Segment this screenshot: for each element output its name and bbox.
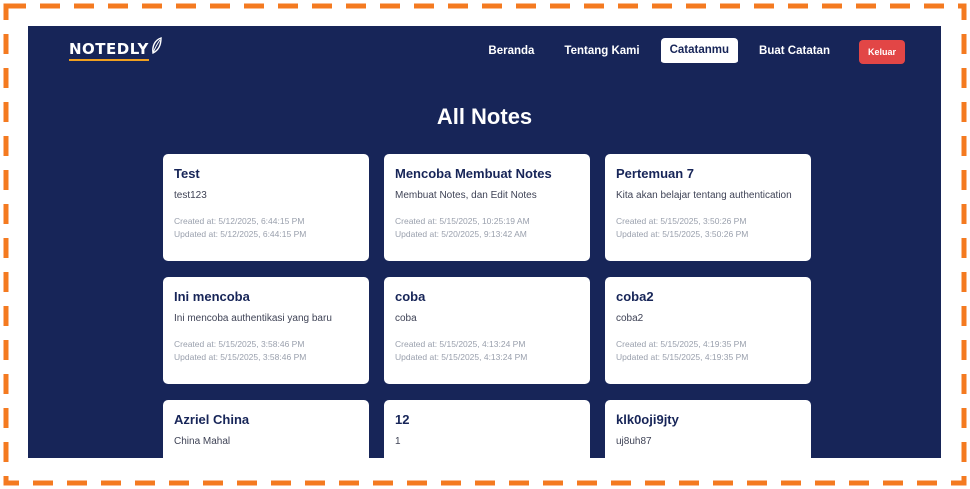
note-title: coba2 (616, 289, 654, 304)
note-created: Created at: 5/15/2025, 10:25:19 AM (395, 216, 530, 226)
nav-links: Beranda Tentang Kami Catatanmu Buat Cata… (467, 38, 905, 65)
note-created: Created at: 5/15/2025, 3:58:46 PM (174, 339, 305, 349)
note-updated: Updated at: 5/15/2025, 3:58:46 PM (174, 352, 307, 362)
app-screen: NOTEDLY Beranda Tentang Kami Catatanmu B… (28, 26, 941, 458)
note-created: Created at: 5/15/2025, 4:19:35 PM (616, 339, 747, 349)
note-title: klk0oji9jty (616, 412, 679, 427)
page-title: All Notes (436, 104, 533, 129)
note-card[interactable]: coba2 coba2 Created at: 5/15/2025, 4:19:… (605, 277, 811, 384)
note-card[interactable]: Ini mencoba Ini mencoba authentikasi yan… (163, 277, 369, 384)
nav-beranda[interactable]: Beranda (479, 39, 543, 64)
note-updated: Updated at: 5/15/2025, 4:13:24 PM (395, 352, 528, 362)
nav-buat-catatan[interactable]: Buat Catatan (750, 39, 839, 64)
note-card[interactable]: 12 1 (384, 400, 590, 458)
note-body: Kita akan belajar tentang authentication (616, 190, 792, 201)
note-created: Created at: 5/15/2025, 4:13:24 PM (395, 339, 526, 349)
brand-logo[interactable]: NOTEDLY (69, 37, 163, 64)
note-updated: Updated at: 5/12/2025, 6:44:15 PM (174, 229, 307, 239)
note-created: Created at: 5/12/2025, 6:44:15 PM (174, 216, 305, 226)
nav-catatanmu[interactable]: Catatanmu (660, 38, 739, 65)
nav-tentang-kami[interactable]: Tentang Kami (555, 39, 648, 64)
note-card[interactable]: Azriel China China Mahal (163, 400, 369, 458)
note-created: Created at: 5/15/2025, 3:50:26 PM (616, 216, 747, 226)
note-body: Membuat Notes, dan Edit Notes (395, 190, 537, 201)
note-updated: Updated at: 5/15/2025, 4:19:35 PM (616, 352, 749, 362)
note-body: coba2 (616, 313, 644, 324)
note-title: Pertemuan 7 (616, 166, 695, 181)
note-title: 12 (395, 412, 410, 427)
logout-button[interactable]: Keluar (858, 39, 905, 64)
note-body: test123 (174, 190, 207, 201)
note-title: coba (395, 289, 426, 304)
note-title: Ini mencoba (174, 289, 250, 304)
note-updated: Updated at: 5/20/2025, 9:13:42 AM (395, 229, 527, 239)
note-card[interactable]: Pertemuan 7 Kita akan belajar tentang au… (605, 154, 811, 261)
navbar: NOTEDLY Beranda Tentang Kami Catatanmu B… (28, 26, 941, 76)
note-title: Azriel China (174, 412, 250, 427)
note-card[interactable]: Test test123 Created at: 5/12/2025, 6:44… (163, 154, 369, 261)
note-updated: Updated at: 5/15/2025, 3:50:26 PM (616, 229, 749, 239)
note-card[interactable]: coba coba Created at: 5/15/2025, 4:13:24… (384, 277, 590, 384)
note-body: Ini mencoba authentikasi yang baru (174, 313, 332, 324)
note-title: Test (174, 166, 200, 181)
note-card[interactable]: Mencoba Membuat Notes Membuat Notes, dan… (384, 154, 590, 261)
note-body: 1 (395, 436, 401, 447)
note-body: coba (395, 313, 417, 324)
note-title: Mencoba Membuat Notes (395, 166, 552, 181)
note-card[interactable]: klk0oji9jty uj8uh87 (605, 400, 811, 458)
note-body: China Mahal (174, 436, 231, 447)
note-body: uj8uh87 (616, 436, 652, 447)
logo-text: NOTEDLY (69, 40, 149, 61)
leaf-icon (151, 37, 162, 55)
